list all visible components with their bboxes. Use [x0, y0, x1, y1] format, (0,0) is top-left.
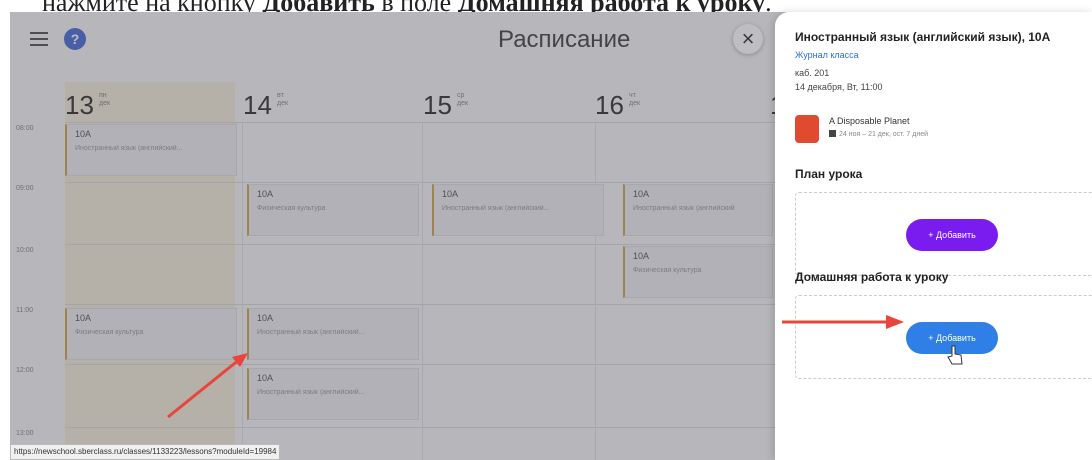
lesson-class: 10А — [633, 251, 650, 261]
lesson-subject: Иностранный язык (английский... — [257, 389, 365, 396]
day-month: дек — [457, 100, 469, 107]
lesson-class: 10А — [257, 373, 274, 383]
day-weekday: ср — [457, 92, 465, 99]
day-month: дек — [277, 100, 289, 107]
menu-icon[interactable] — [30, 32, 48, 46]
homework-box: + Добавить — [795, 295, 1092, 379]
close-button[interactable]: × — [733, 24, 763, 54]
lesson-card[interactable]: 10А Иностранный язык (английский — [623, 184, 773, 236]
course-dates: 24 ноя – 21 дек, ост. 7 дней — [829, 130, 928, 138]
lesson-details-panel: Иностранный язык (английский язык), 10А … — [775, 12, 1092, 460]
lesson-class: 10А — [75, 313, 92, 323]
lesson-card[interactable]: 10А Иностранный язык (английский... — [247, 308, 419, 360]
help-icon[interactable]: ? — [64, 28, 86, 50]
lesson-card[interactable]: 10А Физическая культура — [65, 308, 237, 360]
grid-line — [65, 122, 785, 123]
lesson-card[interactable]: 10А Иностранный язык (английский... — [247, 368, 419, 420]
day-number: 16 — [595, 90, 624, 120]
day-number: 13 — [65, 90, 94, 120]
day-header[interactable]: 13 пн дек — [65, 90, 235, 122]
lesson-subject: Иностранный язык (английский... — [257, 329, 365, 336]
grid-line — [595, 122, 596, 460]
lesson-subject: Физическая культура — [633, 267, 702, 274]
lesson-card[interactable]: 10А Физическая культура — [623, 246, 773, 298]
lesson-class: 10А — [257, 189, 274, 199]
grid-line — [422, 122, 423, 460]
time-label: 08:00 — [16, 125, 34, 132]
time-label: 11:00 — [16, 307, 33, 314]
room-number: каб. 201 — [795, 68, 830, 78]
time-label: 12:00 — [16, 367, 34, 374]
day-weekday: вт — [277, 92, 284, 99]
grid-line — [65, 427, 785, 428]
lesson-datetime: 14 декабря, Вт, 11:00 — [795, 82, 883, 92]
page-title: Расписание — [498, 26, 631, 53]
lesson-class: 10А — [442, 189, 459, 199]
lesson-class: 10А — [633, 189, 650, 199]
time-label: 10:00 — [16, 247, 34, 254]
add-lesson-plan-button[interactable]: + Добавить — [906, 219, 998, 251]
grid-line — [65, 244, 785, 245]
homework-heading: Домашняя работа к уроку — [795, 270, 949, 284]
close-icon: × — [741, 26, 755, 51]
time-label: 13:00 — [16, 430, 34, 437]
lesson-subject: Физическая культура — [75, 329, 144, 336]
day-number: 14 — [243, 90, 272, 120]
lesson-class: 10А — [75, 129, 92, 139]
lesson-plan-heading: План урока — [795, 167, 863, 181]
lesson-subject: Физическая культура — [257, 205, 326, 212]
day-header-row: 13пндек 14втдек 15срдек 16чтдек 1 — [65, 90, 865, 122]
day-month: дек — [99, 100, 111, 107]
grid-line — [65, 364, 785, 365]
day-header[interactable]: 16 чт дек — [595, 90, 765, 122]
class-journal-link[interactable]: Журнал класса — [795, 50, 859, 60]
day-weekday: чт — [629, 92, 636, 99]
lesson-class: 10А — [257, 313, 274, 323]
hand-cursor-icon — [947, 345, 963, 365]
lesson-subject: Иностранный язык (английский... — [442, 205, 550, 212]
course-name[interactable]: A Disposable Planet — [829, 116, 910, 126]
lesson-title: Иностранный язык (английский язык), 10А — [795, 30, 1051, 44]
day-weekday: пн — [99, 92, 107, 99]
lesson-subject: Иностранный язык (английский... — [75, 145, 183, 152]
day-number: 15 — [423, 90, 452, 120]
grid-line — [65, 182, 785, 183]
calendar-icon — [829, 130, 836, 137]
status-bar-url: https://newschool.sberclass.ru/classes/1… — [10, 444, 281, 460]
day-header[interactable]: 15 ср дек — [423, 90, 593, 122]
lesson-card[interactable]: 10А Иностранный язык (английский... — [65, 124, 237, 176]
grid-line — [242, 122, 243, 460]
lesson-subject: Иностранный язык (английский — [633, 205, 735, 212]
course-dates-text: 24 ноя – 21 дек, ост. 7 дней — [839, 131, 929, 138]
course-thumbnail[interactable] — [795, 115, 819, 143]
lesson-card[interactable]: 10А Физическая культура — [247, 184, 419, 236]
time-label: 09:00 — [16, 185, 34, 192]
grid-line — [65, 304, 785, 305]
lesson-plan-box: + Добавить — [795, 192, 1092, 276]
lesson-card[interactable]: 10А Иностранный язык (английский... — [432, 184, 604, 236]
day-header[interactable]: 14 вт дек — [243, 90, 413, 122]
day-month: дек — [629, 100, 641, 107]
